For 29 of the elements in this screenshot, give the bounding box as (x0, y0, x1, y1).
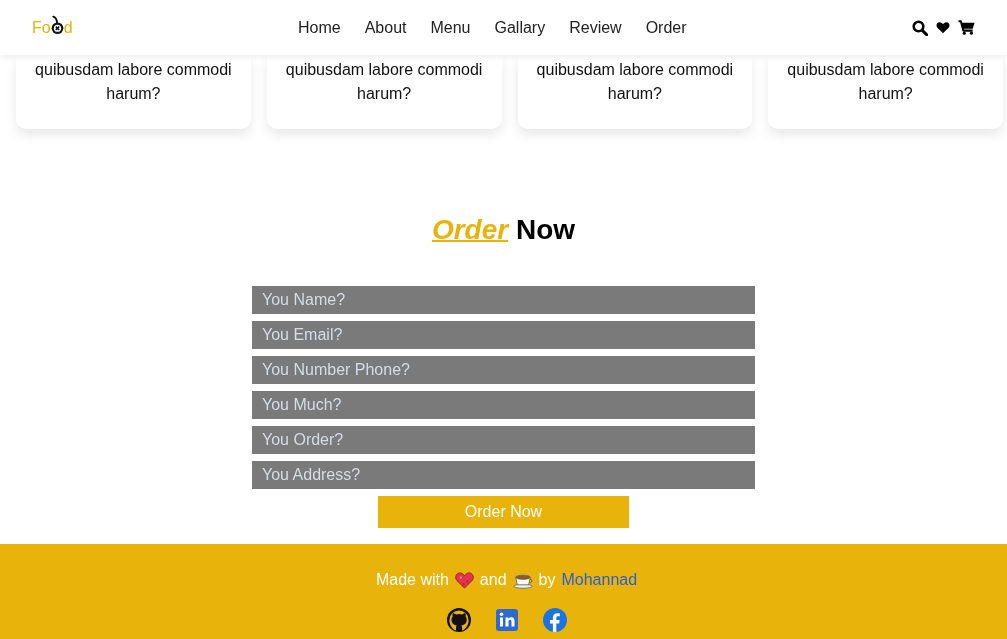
heart-icon (454, 571, 474, 589)
credit-text: and (479, 570, 507, 590)
input-field[interactable]: You Email? (252, 321, 755, 349)
input-field[interactable]: You Number Phone? (252, 356, 755, 384)
input-field[interactable]: You Order? (252, 426, 755, 454)
bomb-icon (50, 14, 64, 35)
card-text: quibusdam labore commodi harum? (34, 60, 233, 104)
cart-icon[interactable] (958, 20, 975, 35)
heart-icon[interactable] (936, 21, 950, 34)
card-text: quibusdam labore commodi harum? (535, 60, 735, 104)
nav-link[interactable]: About (364, 17, 407, 38)
nav-link[interactable]: Menu (430, 17, 471, 38)
linkedin-icon[interactable] (494, 608, 519, 632)
input-field[interactable]: You Name? (252, 286, 755, 314)
nav-link[interactable]: Home (298, 17, 341, 38)
input-field[interactable]: You Much? (252, 391, 755, 419)
input-field[interactable]: You Address? (252, 461, 755, 489)
credit-text: by (538, 570, 556, 590)
nav-link[interactable]: Order (645, 17, 687, 38)
github-icon[interactable] (446, 608, 471, 632)
nav-link[interactable]: Review (569, 17, 622, 38)
section-title: Order Now (431, 213, 576, 247)
search-icon[interactable] (912, 19, 928, 36)
cup-icon (512, 571, 533, 589)
nav-link[interactable]: Gallary (494, 17, 546, 38)
card-text: quibusdam labore commodi harum? (786, 60, 985, 104)
facebook-icon[interactable] (542, 608, 567, 632)
credit-text: Made with (375, 570, 449, 590)
card-text: quibusdam labore commodi harum? (284, 60, 484, 104)
